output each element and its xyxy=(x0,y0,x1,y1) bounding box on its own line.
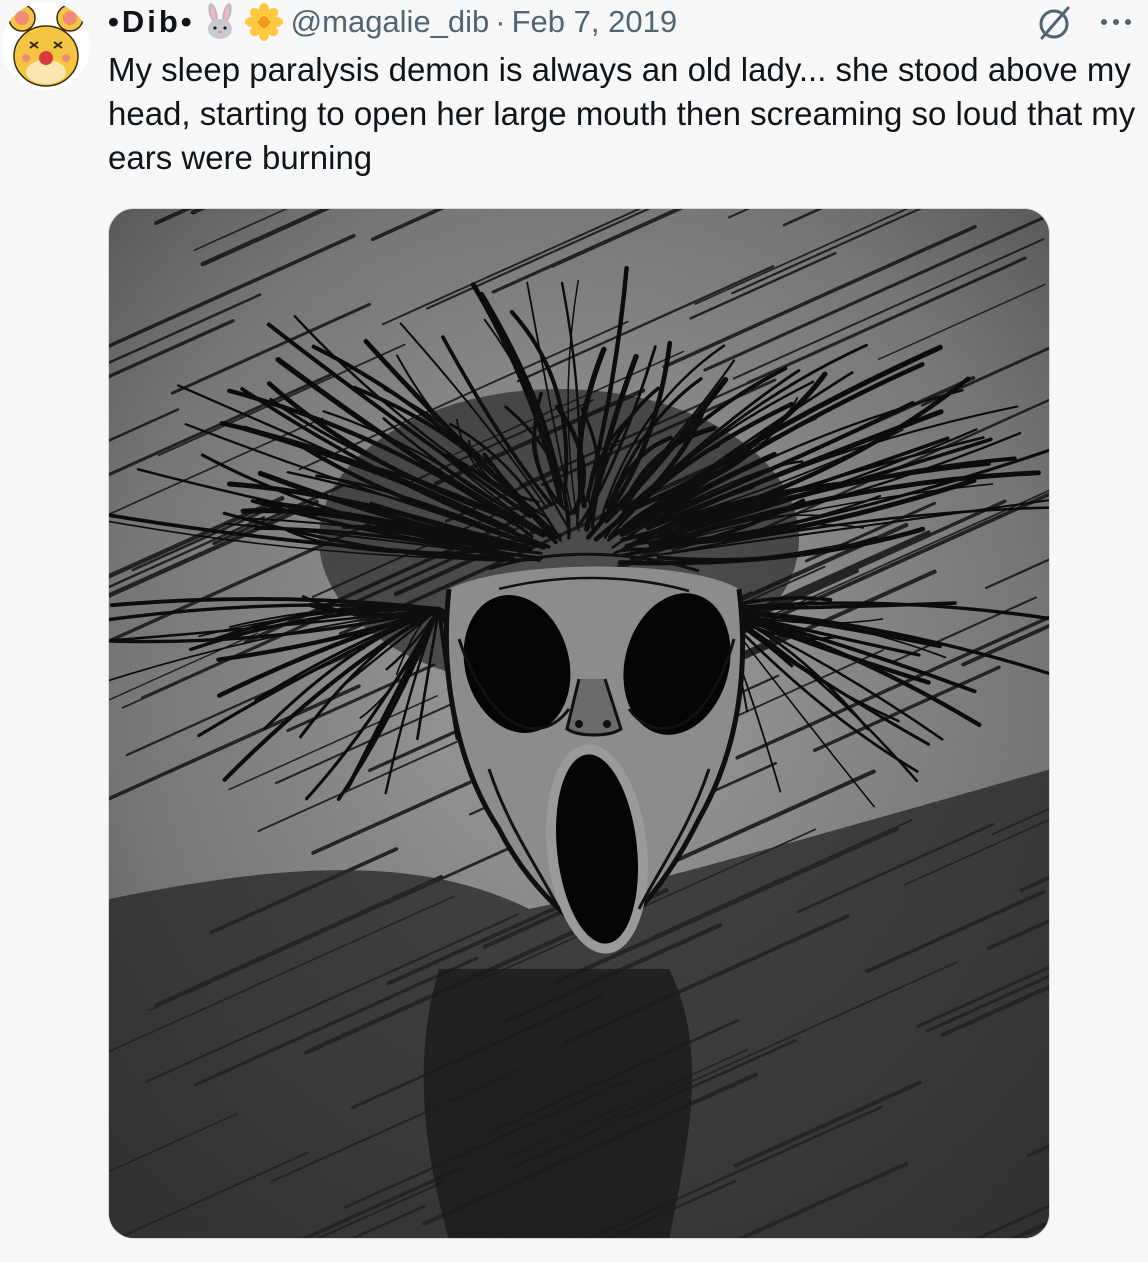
grok-icon[interactable] xyxy=(1034,2,1074,42)
rabbit-emoji xyxy=(201,3,239,41)
timestamp[interactable]: Feb 7, 2019 xyxy=(512,4,677,40)
display-name[interactable]: •Dib• xyxy=(108,4,195,40)
tweet-header: •Dib• @magalie_dib · Feb 7, 2019 xyxy=(108,2,677,42)
handle[interactable]: @magalie_dib xyxy=(291,4,490,40)
blossom-emoji xyxy=(244,3,283,41)
tweet[interactable]: •Dib• @magalie_dib · Feb 7, 2019 My slee… xyxy=(0,0,1148,1262)
separator: · xyxy=(495,4,506,39)
avatar-image xyxy=(2,2,90,90)
more-icon[interactable] xyxy=(1098,2,1134,42)
avatar[interactable] xyxy=(2,2,90,90)
tweet-text: My sleep paralysis demon is always an ol… xyxy=(108,51,1136,176)
tweet-media-image[interactable] xyxy=(108,208,1050,1239)
